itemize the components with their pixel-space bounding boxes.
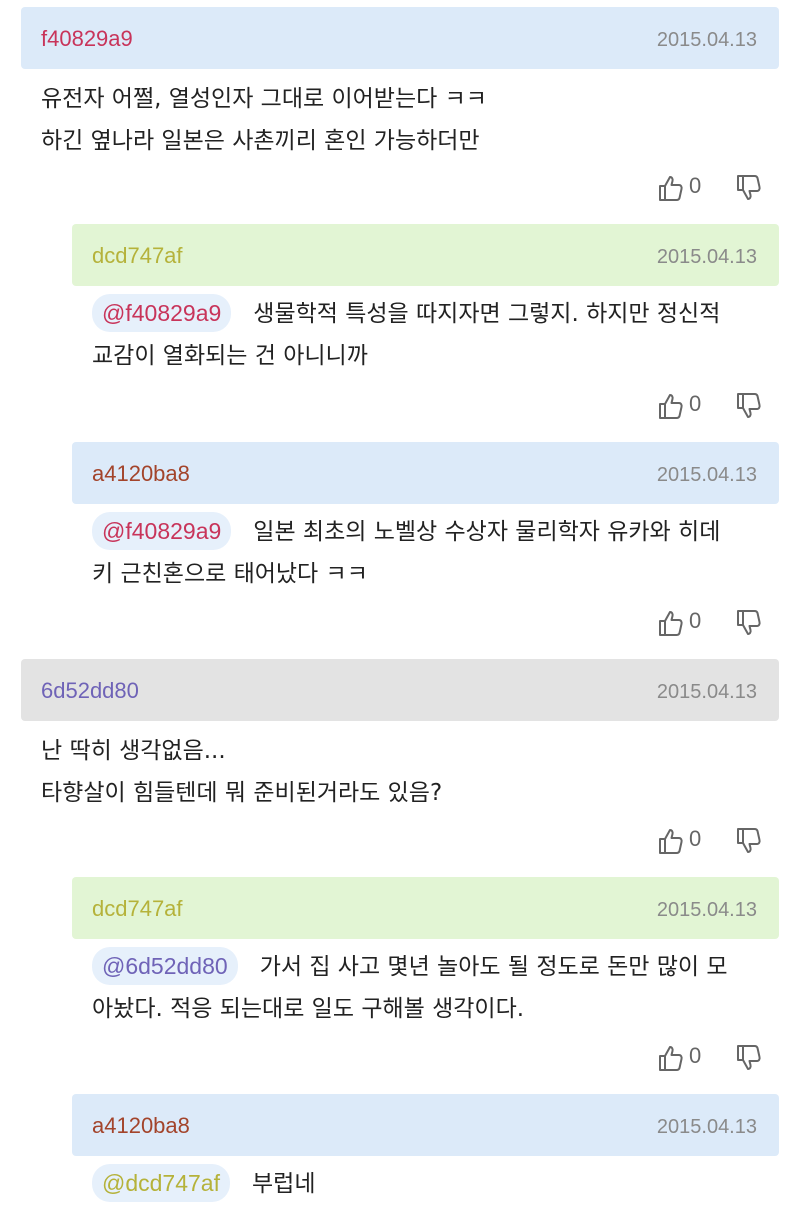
comment-author[interactable]: f40829a9 bbox=[41, 26, 133, 52]
comment-text-line: 아놨다. 적응 되는대로 일도 구해볼 생각이다. bbox=[92, 996, 525, 1022]
comment-author[interactable]: a4120ba8 bbox=[92, 461, 190, 487]
comment-text-line: 유전자 어쩔, 열성인자 그대로 이어받는다 ㅋㅋ bbox=[41, 86, 487, 112]
comment-text-line: @6d52dd80 가서 집 사고 몇년 놀아도 될 정도로 돈만 많이 모 bbox=[92, 946, 782, 988]
mention-tag[interactable]: @6d52dd80 bbox=[92, 947, 238, 985]
thumbs-up-icon[interactable] bbox=[657, 827, 683, 855]
vote-count: 0 bbox=[689, 173, 702, 198]
reply-header: a4120ba8 2015.04.13 bbox=[72, 1094, 779, 1156]
comment-header: f40829a9 2015.04.13 bbox=[21, 7, 779, 69]
vote-controls: 0 bbox=[657, 172, 767, 204]
vote-controls: 0 bbox=[657, 390, 767, 422]
vote-count: 0 bbox=[689, 608, 702, 633]
reply-header: a4120ba8 2015.04.13 bbox=[72, 442, 779, 504]
vote-count: 0 bbox=[689, 391, 702, 416]
comment-date: 2015.04.13 bbox=[656, 29, 757, 51]
comment-header: 6d52dd80 2015.04.13 bbox=[21, 659, 779, 721]
vote-count: 0 bbox=[689, 826, 702, 851]
comment-text-line: 하긴 옆나라 일본은 사촌끼리 혼인 가능하더만 bbox=[41, 128, 480, 154]
vote-count: 0 bbox=[689, 1043, 702, 1068]
thumbs-down-icon[interactable] bbox=[735, 1044, 761, 1072]
mention-tag[interactable]: @f40829a9 bbox=[92, 294, 232, 332]
thumbs-down-icon[interactable] bbox=[735, 392, 761, 420]
thumbs-up-icon[interactable] bbox=[657, 392, 683, 420]
reply-body: @f40829a9 일본 최초의 노벨상 수상자 물리학자 유카와 히데 키 근친… bbox=[92, 511, 772, 595]
comment-text-line: 교감이 열화되는 건 아니니까 bbox=[92, 343, 368, 369]
reply-header: dcd747af 2015.04.13 bbox=[72, 224, 779, 286]
comment-author[interactable]: a4120ba8 bbox=[92, 1113, 190, 1139]
comment-body: 난 딱히 생각없음... 타향살이 힘들텐데 뭐 준비된거라도 있음? bbox=[41, 730, 442, 814]
comment-date: 2015.04.13 bbox=[656, 899, 757, 921]
thumbs-up-icon[interactable] bbox=[657, 609, 683, 637]
vote-controls: 0 bbox=[657, 1042, 767, 1074]
thumbs-up-icon[interactable] bbox=[657, 174, 683, 202]
comment-author[interactable]: dcd747af bbox=[92, 243, 183, 269]
reply-header: dcd747af 2015.04.13 bbox=[72, 877, 779, 939]
thumbs-down-icon[interactable] bbox=[735, 174, 761, 202]
comment-date: 2015.04.13 bbox=[656, 1116, 757, 1138]
comment-text-line: @dcd747af 부럽네 bbox=[92, 1163, 772, 1205]
thumbs-up-icon[interactable] bbox=[657, 1044, 683, 1072]
comment-text-line: 타향살이 힘들텐데 뭐 준비된거라도 있음? bbox=[41, 780, 443, 806]
comment-body: 유전자 어쩔, 열성인자 그대로 이어받는다 ㅋㅋ 하긴 옆나라 일본은 사촌끼… bbox=[41, 78, 487, 162]
vote-controls: 0 bbox=[657, 825, 767, 857]
comment-text-line: 키 근친혼으로 태어났다 ㅋㅋ bbox=[92, 561, 368, 587]
comment-date: 2015.04.13 bbox=[656, 246, 757, 268]
comment-text-line: @f40829a9 일본 최초의 노벨상 수상자 물리학자 유카와 히데 bbox=[92, 511, 772, 553]
thumbs-down-icon[interactable] bbox=[735, 827, 761, 855]
comment-author[interactable]: 6d52dd80 bbox=[41, 678, 139, 704]
thumbs-down-icon[interactable] bbox=[735, 609, 761, 637]
reply-body: @f40829a9 생물학적 특성을 따지자면 그렇지. 하지만 정신적 교감이 … bbox=[92, 293, 772, 377]
comment-author[interactable]: dcd747af bbox=[92, 896, 183, 922]
comment-date: 2015.04.13 bbox=[656, 464, 757, 486]
mention-tag[interactable]: @dcd747af bbox=[92, 1164, 230, 1202]
comment-text-line: @f40829a9 생물학적 특성을 따지자면 그렇지. 하지만 정신적 bbox=[92, 293, 772, 335]
mention-tag[interactable]: @f40829a9 bbox=[92, 512, 232, 550]
comment-date: 2015.04.13 bbox=[656, 681, 757, 703]
reply-body: @dcd747af 부럽네 bbox=[92, 1163, 772, 1205]
comment-text-line: 난 딱히 생각없음... bbox=[41, 738, 226, 764]
vote-controls: 0 bbox=[657, 607, 767, 639]
reply-body: @6d52dd80 가서 집 사고 몇년 놀아도 될 정도로 돈만 많이 모 아놨… bbox=[92, 946, 782, 1030]
